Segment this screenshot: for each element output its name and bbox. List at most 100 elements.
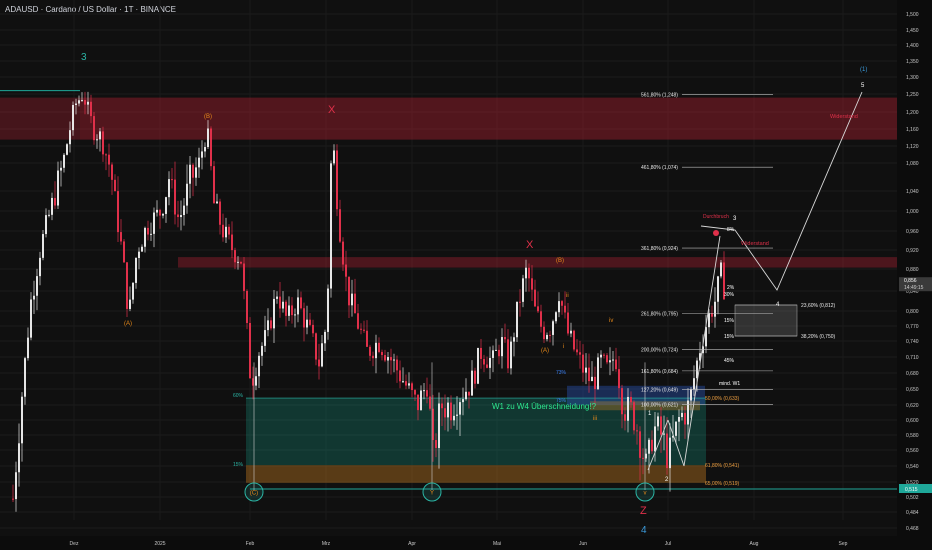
candle-body	[387, 357, 389, 361]
candle-body	[489, 357, 491, 368]
candle-body	[513, 337, 515, 342]
candle-body	[675, 421, 677, 436]
candle-body	[612, 359, 614, 361]
candle-body	[594, 376, 596, 390]
candle-body	[312, 324, 314, 334]
candle-body	[636, 430, 638, 432]
candle-body	[567, 312, 569, 334]
candle-body	[198, 157, 200, 168]
candle-body	[12, 498, 14, 500]
time-tick-label: Feb	[246, 541, 255, 547]
candle-body	[336, 150, 338, 210]
price-tick-label: 0,484	[906, 510, 919, 516]
candle-body	[72, 105, 74, 131]
candle-body	[552, 321, 554, 335]
candle-body	[138, 251, 140, 258]
candle-body	[528, 267, 530, 279]
time-tick-label: Dez	[70, 541, 79, 547]
candle-body	[570, 330, 572, 334]
candle-body	[390, 357, 392, 361]
candle-body	[228, 226, 230, 235]
candle-body	[249, 322, 251, 379]
candle-body	[690, 389, 692, 401]
candle-body	[18, 443, 20, 473]
zone-support-orange	[246, 465, 706, 483]
candle-body	[627, 396, 629, 421]
candle-body	[429, 396, 431, 409]
fib-label: 261,80% (0,795)	[641, 312, 678, 318]
candle-body	[258, 355, 260, 377]
price-tick-label: 0,540	[906, 464, 919, 470]
candle-body	[270, 320, 272, 329]
candle-body	[420, 390, 422, 411]
candle-body	[669, 437, 671, 469]
candle-body	[348, 276, 350, 306]
candle-body	[399, 370, 401, 382]
candle-body	[486, 364, 488, 368]
small-level-label: 15%	[233, 462, 244, 468]
candle-body	[477, 347, 479, 384]
candle-body	[657, 416, 659, 427]
candle-body	[135, 257, 137, 283]
candle-body	[120, 232, 122, 242]
candle-body	[114, 179, 116, 192]
time-tick-label: Sep	[839, 541, 848, 547]
price-tick-label: 0,560	[906, 448, 919, 454]
wave-label-red: X	[328, 104, 336, 116]
candle-body	[591, 376, 593, 382]
candle-body	[189, 164, 191, 184]
price-tick-label: 1,160	[906, 127, 919, 133]
candle-body	[153, 212, 155, 234]
candle-body	[492, 350, 494, 358]
candle-body	[297, 297, 299, 315]
candle-body	[261, 345, 263, 356]
candle-body	[651, 439, 653, 452]
candle-body	[186, 183, 188, 206]
price-tick-label: 1,040	[906, 189, 919, 195]
wave-label-orange: ii	[566, 293, 569, 299]
wave-label-white: 5	[861, 83, 865, 89]
candle-body	[105, 154, 107, 156]
chart-plot[interactable]: 561,80% (1,248)461,80% (1,074)361,80% (0…	[0, 0, 932, 550]
candle-body	[213, 166, 215, 204]
candle-body	[204, 147, 206, 152]
candle-body	[681, 412, 683, 418]
candle-body	[174, 179, 176, 215]
candle-body	[129, 299, 131, 309]
candle-body	[630, 396, 632, 403]
candle-body	[45, 215, 47, 235]
candle-body	[207, 128, 209, 148]
fib-label: 561,80% (1,248)	[641, 93, 678, 99]
candle-body	[660, 416, 662, 435]
candle-body	[648, 439, 650, 454]
candle-body	[597, 357, 599, 390]
candle-body	[525, 267, 527, 279]
candle-body	[441, 403, 443, 409]
candle-body	[333, 150, 335, 164]
price-tick-label: 0,502	[906, 495, 919, 501]
candle-body	[423, 390, 425, 392]
candle-body	[324, 331, 326, 344]
wave-label-orange: (B)	[204, 114, 212, 120]
candle-body	[381, 351, 383, 356]
candle-body	[579, 352, 581, 355]
candle-body	[606, 355, 608, 363]
wave-label-green: 3	[81, 52, 87, 63]
candle-body	[219, 201, 221, 225]
wave-label-red: X	[526, 239, 534, 251]
candle-body	[378, 342, 380, 352]
candle-body	[285, 301, 287, 316]
candle-body	[447, 402, 449, 418]
wave-label-circled: Y	[430, 491, 434, 497]
candle-body	[543, 326, 545, 340]
candle-body	[30, 299, 32, 338]
candle-body	[171, 179, 173, 181]
candle-body	[123, 241, 125, 263]
candle-body	[588, 367, 590, 382]
fib-label: 461,80% (1,074)	[641, 165, 678, 171]
price-tick-label: 1,080	[906, 161, 919, 167]
fib-label: 23,60% (0,812)	[801, 303, 836, 309]
candle-body	[75, 103, 77, 106]
candle-body	[54, 197, 56, 206]
candle-body	[162, 213, 164, 216]
